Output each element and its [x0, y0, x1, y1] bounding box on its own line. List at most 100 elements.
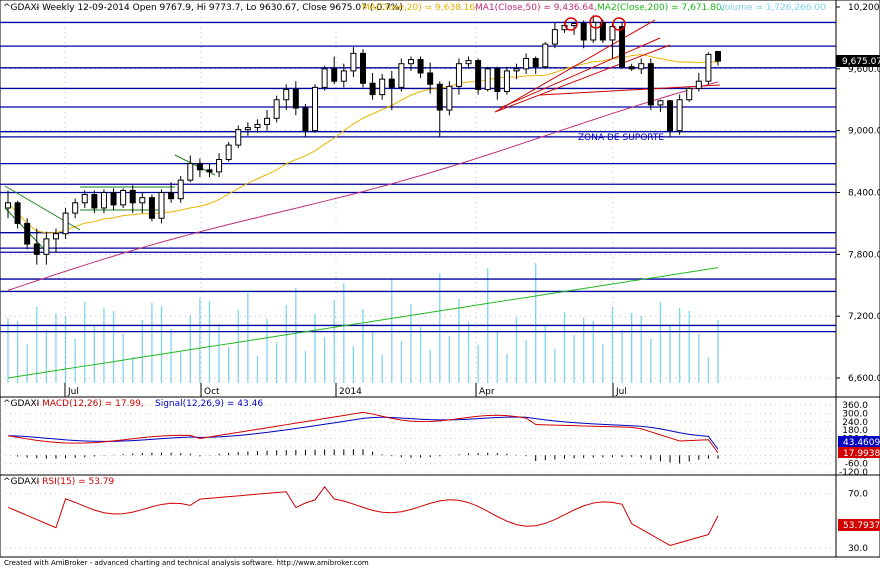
candle-body	[321, 68, 328, 88]
candle-body	[206, 169, 213, 173]
candle-body	[177, 179, 184, 200]
candle-body	[196, 163, 203, 171]
candle-body	[5, 202, 11, 209]
candle-body	[331, 68, 338, 82]
y-tick-label: 9,000.00	[848, 127, 880, 137]
candle-body	[360, 52, 366, 84]
candle-body	[427, 72, 434, 85]
candle-body	[264, 117, 271, 125]
candle-body	[72, 202, 79, 214]
rsi-panel	[0, 474, 880, 558]
candle-body	[225, 144, 232, 161]
x-tick-label: Jul	[615, 387, 627, 397]
y-tick-label: 10,200.00	[848, 3, 880, 13]
candle-body	[254, 123, 261, 129]
support-zone-annotation: ZONA DE SUPORTE	[578, 133, 664, 143]
rsi-tick-label: 30.0	[848, 544, 868, 554]
candle-body	[686, 87, 693, 101]
y-tick-label: 7,800.00	[848, 250, 880, 260]
candle-body	[91, 194, 98, 209]
candle-body	[14, 202, 21, 224]
macd-tick-label: -120.0	[839, 468, 868, 478]
candle-body	[369, 82, 376, 96]
candle-body	[24, 222, 31, 245]
candle-body	[638, 63, 645, 70]
candle-body	[148, 197, 155, 219]
candle-body	[571, 22, 578, 27]
candle-body	[695, 80, 702, 89]
candle-body	[484, 68, 491, 90]
candle-body	[120, 189, 127, 206]
candle-body	[100, 192, 107, 209]
candle-body	[667, 100, 674, 132]
candle-body	[216, 159, 223, 173]
candle-body	[302, 107, 309, 132]
y-tick-label: 8,400.00	[848, 189, 880, 199]
candle-body	[676, 99, 683, 132]
candle-body	[628, 66, 635, 70]
macd-tag: 17.9938	[843, 449, 880, 459]
macd-signal-tag: 43.4609	[843, 438, 880, 448]
rsi-title-symbol: ^GDAXI	[3, 477, 39, 487]
candle-body	[532, 58, 539, 68]
header-info: - Weekly 12-09-2014 Open 9767.9, Hi 9773…	[36, 3, 403, 13]
candle-body	[81, 194, 88, 204]
rsi-tick-label: 70.0	[848, 490, 868, 500]
x-tick-label: Oct	[204, 387, 220, 397]
footer-credit: Created with AmiBroker - advanced charti…	[4, 559, 369, 567]
header-symbol: ^GDAXI	[3, 3, 39, 13]
x-tick-label: Apr	[479, 387, 495, 397]
candle-body	[398, 63, 405, 88]
candle-body	[619, 26, 626, 68]
candle-body	[340, 70, 347, 82]
candle-body	[705, 53, 712, 82]
candle-body	[33, 243, 40, 255]
candle-body	[244, 127, 251, 131]
macd-title-signal: Signal(12,26,9) = 43.46	[155, 399, 263, 409]
candle-body	[417, 59, 424, 74]
candle-body	[283, 88, 290, 101]
candle-body	[494, 68, 501, 93]
candle-body	[62, 212, 69, 235]
candle-body	[350, 52, 357, 72]
candle-body	[407, 59, 414, 65]
header-ma200: MA2(Close,200) = 7,671.80,	[597, 3, 724, 13]
candle-body	[446, 85, 453, 111]
candle-body	[292, 88, 299, 109]
candle-body	[657, 100, 664, 106]
candle-body	[388, 78, 395, 88]
macd-title-macd: - MACD(12,26) = 17.99,	[36, 399, 144, 409]
candle-body	[110, 192, 117, 206]
chart-canvas: 10,200.009,600.009,000.008,400.007,800.0…	[0, 0, 880, 558]
candle-body	[551, 29, 558, 45]
header-ma20: MA(Close,20) = 9,638.16,	[362, 3, 478, 13]
header-ma50: MA1(Close,50) = 9,436.64,	[475, 3, 597, 13]
y-tick-label: 6,600.00	[848, 374, 880, 384]
header-volume: Volume = 1,726,266.00	[719, 3, 826, 13]
candle-body	[647, 63, 654, 106]
rsi-title: - RSI(15) = 53.79	[36, 477, 115, 487]
candle-body	[43, 238, 50, 255]
candle-body	[475, 60, 482, 90]
candle-body	[168, 192, 175, 200]
candle-body	[312, 86, 319, 132]
price-tag: 9,675.07	[842, 57, 880, 67]
x-tick-label: Jul	[67, 387, 79, 397]
candle-body	[235, 129, 242, 146]
candle-body	[580, 22, 587, 41]
candle-body	[187, 163, 194, 181]
candle-body	[715, 51, 721, 62]
macd-title-symbol: ^GDAXI	[3, 399, 39, 409]
candle-body	[436, 83, 443, 111]
candle-body	[465, 60, 472, 65]
candle-body	[139, 197, 146, 204]
candle-body	[52, 233, 59, 240]
candle-body	[523, 58, 530, 70]
candle-body	[513, 68, 520, 72]
candle-body	[129, 189, 136, 204]
candle-body	[273, 99, 280, 119]
rsi-tag: 53.7937	[843, 521, 880, 531]
candle-body	[379, 78, 386, 96]
x-tick-label: 2014	[339, 387, 362, 397]
candle-body	[158, 192, 165, 219]
